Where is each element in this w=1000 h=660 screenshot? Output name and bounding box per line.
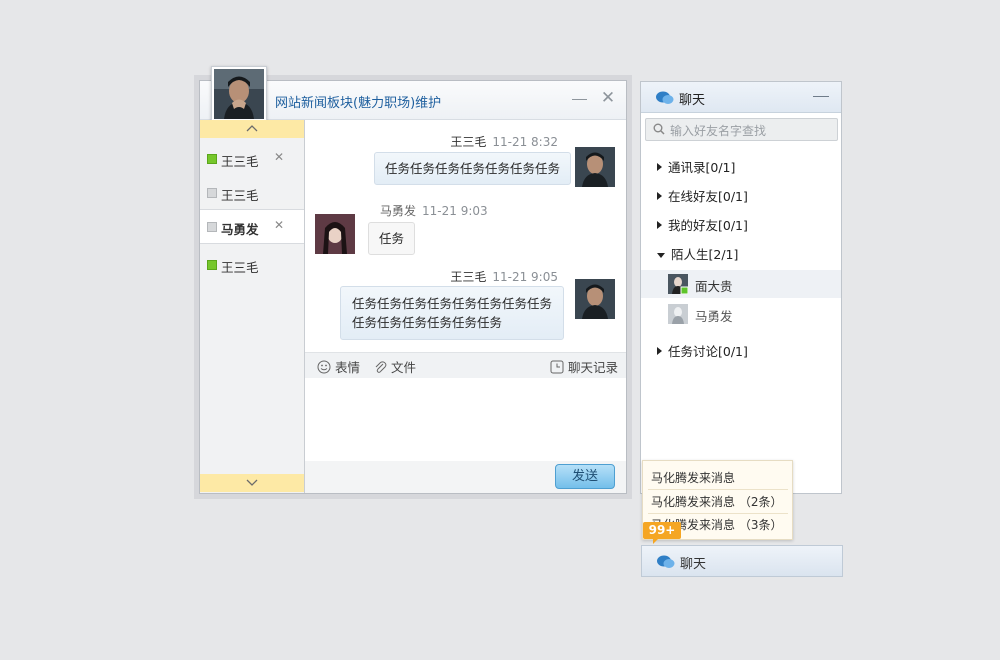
message-line: 任务任务任务任务任务任务 — [351, 315, 502, 330]
message-input[interactable] — [305, 378, 626, 461]
search-icon — [653, 123, 665, 135]
group-label: 陌人生[2/1] — [671, 247, 739, 262]
offline-status-icon — [207, 222, 217, 232]
friend-avatar-offline-icon — [668, 304, 688, 324]
send-button[interactable]: 发送 — [555, 464, 615, 489]
chat-bubble-icon — [657, 555, 675, 568]
message-area[interactable]: 王三毛 11-21 8:32 任务任务任务任务任务任务任务 马勇发 11-21 9:… — [305, 120, 626, 352]
man-avatar-icon — [214, 69, 264, 119]
chat-bubble-icon — [656, 91, 674, 104]
message-header: 王三毛 11-21 8:32 — [450, 133, 558, 150]
search-placeholder: 输入好友名字查找 — [670, 124, 767, 138]
friend-avatar-icon — [668, 274, 688, 294]
message-header: 马勇发 11-21 9:03 — [380, 202, 488, 219]
contact-name: 马勇发 — [221, 222, 259, 237]
scroll-down-button[interactable] — [200, 474, 304, 492]
group-online-friends[interactable]: 在线好友[0/1] — [657, 186, 748, 205]
chat-toolbar: 表情 文件 聊天记录 — [305, 352, 626, 378]
emoji-label: 表情 — [334, 360, 360, 375]
friend-item[interactable]: 面大贵 — [641, 270, 841, 298]
group-contacts[interactable]: 通讯录[0/1] — [657, 157, 735, 176]
group-task-discussion[interactable]: 任务讨论[0/1] — [657, 341, 748, 360]
contact-name: 王三毛 — [221, 188, 259, 203]
group-label: 任务讨论[0/1] — [668, 344, 748, 359]
smiley-icon — [317, 360, 331, 374]
emoji-button[interactable]: 表情 — [317, 357, 360, 376]
group-label: 我的好友[0/1] — [668, 218, 748, 233]
message-time: 11-21 9:05 — [492, 270, 558, 284]
divider — [648, 489, 788, 490]
close-contact-icon[interactable]: ✕ — [274, 150, 284, 164]
friend-name: 面大贵 — [695, 279, 733, 294]
message-time: 11-21 9:03 — [422, 204, 488, 218]
group-label: 通讯录[0/1] — [668, 160, 736, 175]
message-line: 任务任务任务任务任务任务任务任务 — [351, 296, 552, 311]
triangle-right-icon — [657, 192, 662, 200]
unread-badge[interactable]: 99+ — [643, 522, 681, 544]
online-status-icon — [207, 154, 217, 164]
message-bubble: 任务任务任务任务任务任务任务任务 任务任务任务任务任务任务 — [339, 286, 564, 340]
message-time: 11-21 8:32 — [492, 135, 558, 149]
chat-taskbar-button[interactable]: 聊天 — [641, 545, 843, 577]
buddy-panel-header[interactable]: 聊天 — [641, 82, 841, 113]
woman-avatar-icon — [315, 214, 355, 254]
close-contact-icon[interactable]: ✕ — [274, 218, 284, 232]
contact-name: 王三毛 — [221, 154, 259, 169]
buddy-panel: 聊天 输入好友名字查找 通讯录[0/1] 在线好友[0/1] 我的好友[0/1]… — [640, 81, 842, 494]
message-sender: 王三毛 — [450, 135, 487, 149]
chat-window: 网站新闻板块(魅力职场)维护 ✕ 王三毛 ✕ 王三毛 马勇发 ✕ 王三毛 王三毛… — [199, 66, 627, 494]
history-label: 聊天记录 — [567, 360, 618, 375]
man-avatar-icon — [575, 279, 615, 319]
chat-title: 网站新闻板块(魅力职场)维护 — [275, 96, 442, 111]
minimize-button[interactable] — [570, 89, 590, 109]
online-status-icon — [207, 260, 217, 270]
divider — [648, 513, 788, 514]
contact-item[interactable]: 王三毛 — [200, 248, 304, 281]
file-label: 文件 — [390, 360, 416, 375]
friend-search-input[interactable]: 输入好友名字查找 — [645, 118, 838, 141]
group-strangers[interactable]: 陌人生[2/1] — [657, 244, 738, 263]
chat-title-avatar[interactable] — [211, 66, 267, 122]
notification-item[interactable]: 马化腾发来消息 — [651, 469, 735, 486]
panel-minimize-button[interactable] — [813, 96, 829, 97]
contact-item[interactable]: 王三毛 ✕ — [200, 142, 304, 175]
taskbar-label: 聊天 — [680, 557, 707, 572]
message-header: 王三毛 11-21 9:05 — [450, 268, 558, 285]
message-bubble: 任务任务任务任务任务任务任务 — [373, 152, 571, 185]
message-bubble: 任务 — [368, 222, 416, 255]
friend-name: 马勇发 — [695, 309, 733, 324]
history-button[interactable]: 聊天记录 — [550, 357, 618, 376]
triangle-down-icon — [657, 253, 665, 258]
triangle-right-icon — [657, 221, 662, 229]
triangle-right-icon — [657, 347, 662, 355]
send-bar: 发送 — [305, 461, 626, 493]
triangle-right-icon — [657, 163, 662, 171]
group-my-friends[interactable]: 我的好友[0/1] — [657, 215, 748, 234]
paperclip-icon — [375, 361, 387, 373]
message-sender: 王三毛 — [450, 270, 487, 284]
chevron-down-icon — [246, 479, 258, 486]
man-avatar-icon — [575, 147, 615, 187]
group-label: 在线好友[0/1] — [668, 189, 748, 204]
scroll-up-button[interactable] — [200, 120, 304, 138]
message-sender: 马勇发 — [380, 204, 417, 218]
contact-item[interactable]: 王三毛 — [200, 176, 304, 209]
friend-item[interactable]: 马勇发 — [641, 300, 841, 328]
contact-column: 王三毛 ✕ 王三毛 马勇发 ✕ 王三毛 — [200, 120, 305, 493]
offline-status-icon — [207, 188, 217, 198]
buddy-panel-title: 聊天 — [679, 93, 706, 108]
contact-item-active[interactable]: 马勇发 ✕ — [200, 209, 304, 244]
close-button[interactable]: ✕ — [598, 88, 618, 108]
chevron-up-icon — [246, 125, 258, 132]
notification-item[interactable]: 马化腾发来消息 （2条） — [651, 493, 782, 510]
file-button[interactable]: 文件 — [373, 357, 416, 376]
contact-name: 王三毛 — [221, 260, 259, 275]
clock-icon — [550, 360, 564, 374]
